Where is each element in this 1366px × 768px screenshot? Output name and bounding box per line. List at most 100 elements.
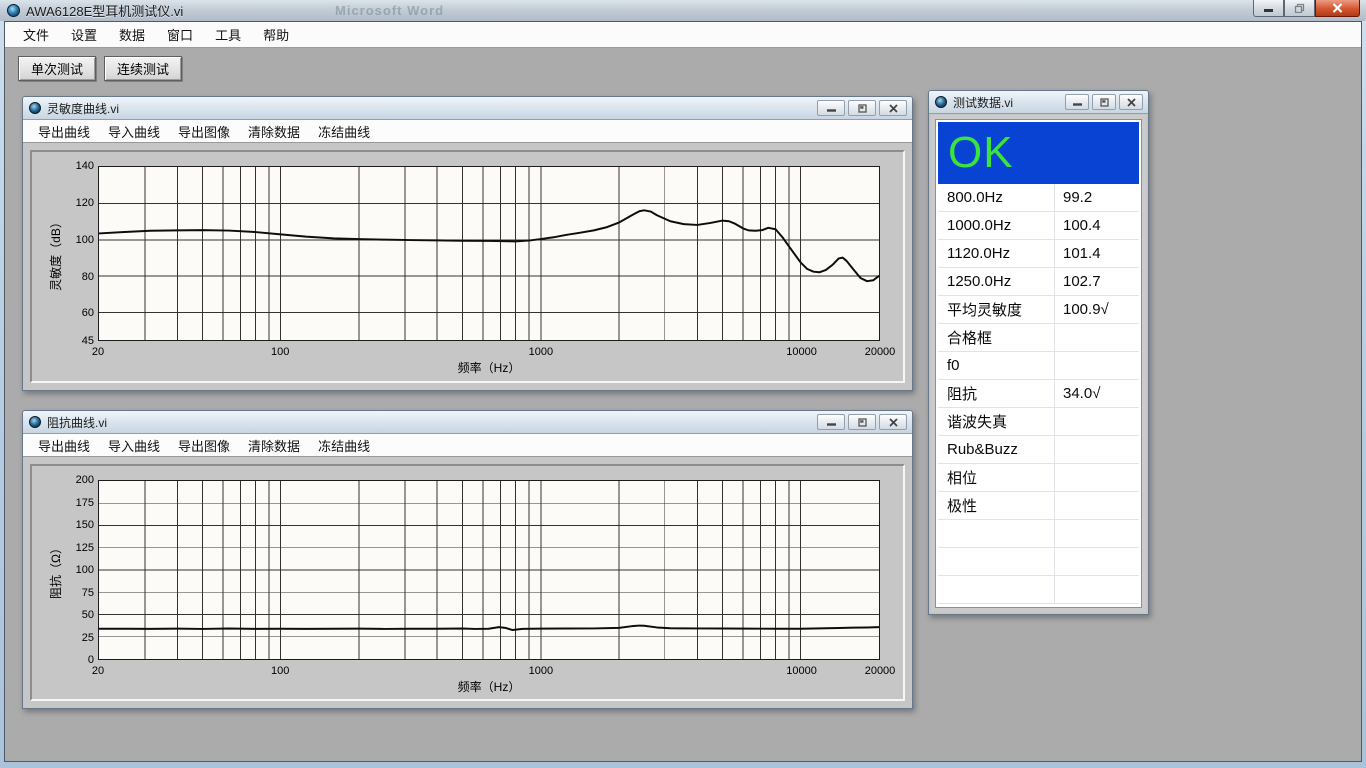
y-tick-label: 100: [76, 234, 94, 246]
close-icon: [889, 104, 898, 113]
restore-button[interactable]: [1092, 94, 1116, 110]
restore-icon: [858, 418, 867, 427]
test-data-table: 800.0Hz99.2 1000.0Hz100.4 1120.0Hz101.4 …: [938, 184, 1139, 604]
x-tick-label: 20: [92, 346, 104, 358]
y-tick-label: 80: [82, 271, 94, 283]
menu-export-curve[interactable]: 导出曲线: [29, 119, 99, 144]
y-tick-label: 150: [76, 519, 94, 531]
sensitivity-chart-panel: 灵敏度（dB） 140120100806045 2010010001000020…: [30, 150, 905, 383]
y-tick-label: 75: [82, 587, 94, 599]
y-tick-label: 50: [82, 609, 94, 621]
test-data-body: OK 800.0Hz99.2 1000.0Hz100.4 1120.0Hz101…: [931, 115, 1146, 612]
vi-icon: [935, 96, 947, 108]
impedance-chart-panel: 阻抗（Ω） 2001751501251007550250 20100100010…: [30, 464, 905, 701]
close-icon: [1332, 3, 1343, 13]
menu-file[interactable]: 文件: [13, 22, 59, 47]
table-row: [938, 520, 1139, 548]
app-icon: [7, 4, 20, 17]
impedance-y-ticks: 2001751501251007550250: [58, 480, 96, 660]
test-status-banner: OK: [938, 122, 1139, 184]
menu-clear-data[interactable]: 清除数据: [239, 119, 309, 144]
y-tick-label: 120: [76, 197, 94, 209]
minimize-button[interactable]: [817, 414, 845, 430]
table-row: 阻抗34.0√: [938, 380, 1139, 408]
minimize-icon: [827, 419, 836, 426]
table-row: 极性: [938, 492, 1139, 520]
y-tick-label: 200: [76, 474, 94, 486]
x-tick-label: 1000: [529, 665, 553, 677]
y-tick-label: 125: [76, 542, 94, 554]
vi-icon: [29, 102, 41, 114]
menu-import-curve[interactable]: 导入曲线: [99, 119, 169, 144]
sensitivity-curve-window: 灵敏度曲线.vi 导出曲线 导入曲线 导出图像 清除数据 冻结曲线: [22, 96, 913, 391]
continuous-test-button[interactable]: 连续测试: [104, 56, 182, 81]
close-button[interactable]: [879, 414, 907, 430]
single-test-button[interactable]: 单次测试: [18, 56, 96, 81]
sensitivity-plot: [98, 166, 880, 341]
restore-button[interactable]: [848, 414, 876, 430]
minimize-button[interactable]: [1253, 0, 1284, 17]
sensitivity-y-ticks: 140120100806045: [58, 166, 96, 341]
menu-freeze-curve[interactable]: 冻结曲线: [309, 433, 379, 458]
main-window: 文件 设置 数据 窗口 工具 帮助 单次测试 连续测试 灵敏度曲线.vi: [4, 21, 1362, 762]
restore-button[interactable]: [848, 100, 876, 116]
minimize-button[interactable]: [1065, 94, 1089, 110]
minimize-icon: [1073, 99, 1082, 106]
menu-data[interactable]: 数据: [109, 22, 155, 47]
sensitivity-x-ticks: 2010010001000020000: [98, 344, 880, 358]
table-row: 1250.0Hz102.7: [938, 268, 1139, 296]
table-row: 1120.0Hz101.4: [938, 240, 1139, 268]
test-data-window-titlebar[interactable]: 测试数据.vi: [929, 91, 1148, 114]
menu-clear-data[interactable]: 清除数据: [239, 433, 309, 458]
client-area: 单次测试 连续测试 灵敏度曲线.vi 导出曲线 导入曲线 导出图像: [5, 48, 1361, 761]
x-tick-label: 20: [92, 665, 104, 677]
impedance-window-titlebar[interactable]: 阻抗曲线.vi: [23, 411, 912, 434]
impedance-x-axis-label: 频率（Hz）: [98, 678, 880, 695]
table-row: [938, 548, 1139, 576]
sensitivity-x-axis-label: 频率（Hz）: [98, 359, 880, 376]
x-tick-label: 100: [271, 346, 289, 358]
menu-settings[interactable]: 设置: [61, 22, 107, 47]
menu-export-image[interactable]: 导出图像: [169, 119, 239, 144]
impedance-curve-window: 阻抗曲线.vi 导出曲线 导入曲线 导出图像 清除数据 冻结曲线: [22, 410, 913, 709]
restore-button[interactable]: [1284, 0, 1315, 17]
sensitivity-window-title: 灵敏度曲线.vi: [47, 100, 119, 117]
x-tick-label: 10000: [786, 346, 817, 358]
table-row: 合格框: [938, 324, 1139, 352]
minimize-icon: [1263, 4, 1274, 13]
screen: AWA6128E型耳机测试仪.vi Microsoft Word 文件 设置 数…: [0, 0, 1366, 768]
close-button[interactable]: [1119, 94, 1143, 110]
table-row: [938, 576, 1139, 604]
y-tick-label: 60: [82, 307, 94, 319]
menu-export-image[interactable]: 导出图像: [169, 433, 239, 458]
minimize-button[interactable]: [817, 100, 845, 116]
test-data-window-title: 测试数据.vi: [953, 94, 1013, 111]
close-button[interactable]: [1315, 0, 1360, 17]
table-row: 谐波失真: [938, 408, 1139, 436]
restore-icon: [1100, 98, 1109, 107]
main-menubar: 文件 设置 数据 窗口 工具 帮助: [5, 22, 1361, 48]
sensitivity-window-body: 灵敏度（dB） 140120100806045 2010010001000020…: [24, 144, 911, 389]
table-row: 相位: [938, 464, 1139, 492]
menu-tools[interactable]: 工具: [205, 22, 251, 47]
main-titlebar[interactable]: AWA6128E型耳机测试仪.vi Microsoft Word: [0, 0, 1366, 21]
menu-export-curve[interactable]: 导出曲线: [29, 433, 99, 458]
x-tick-label: 20000: [865, 665, 896, 677]
menu-freeze-curve[interactable]: 冻结曲线: [309, 119, 379, 144]
y-tick-label: 140: [76, 160, 94, 172]
main-caption-buttons: [1253, 0, 1360, 17]
vi-icon: [29, 416, 41, 428]
x-tick-label: 10000: [786, 665, 817, 677]
sensitivity-window-titlebar[interactable]: 灵敏度曲线.vi: [23, 97, 912, 120]
menu-import-curve[interactable]: 导入曲线: [99, 433, 169, 458]
menu-window[interactable]: 窗口: [157, 22, 203, 47]
test-data-window: 测试数据.vi OK 800.0Hz99.2 1000.0: [928, 90, 1149, 615]
y-tick-label: 25: [82, 632, 94, 644]
close-button[interactable]: [879, 100, 907, 116]
impedance-plot: [98, 480, 880, 660]
y-tick-label: 100: [76, 564, 94, 576]
table-row: Rub&Buzz: [938, 436, 1139, 464]
impedance-window-body: 阻抗（Ω） 2001751501251007550250 20100100010…: [24, 458, 911, 707]
sensitivity-window-menubar: 导出曲线 导入曲线 导出图像 清除数据 冻结曲线: [23, 120, 912, 143]
menu-help[interactable]: 帮助: [253, 22, 299, 47]
